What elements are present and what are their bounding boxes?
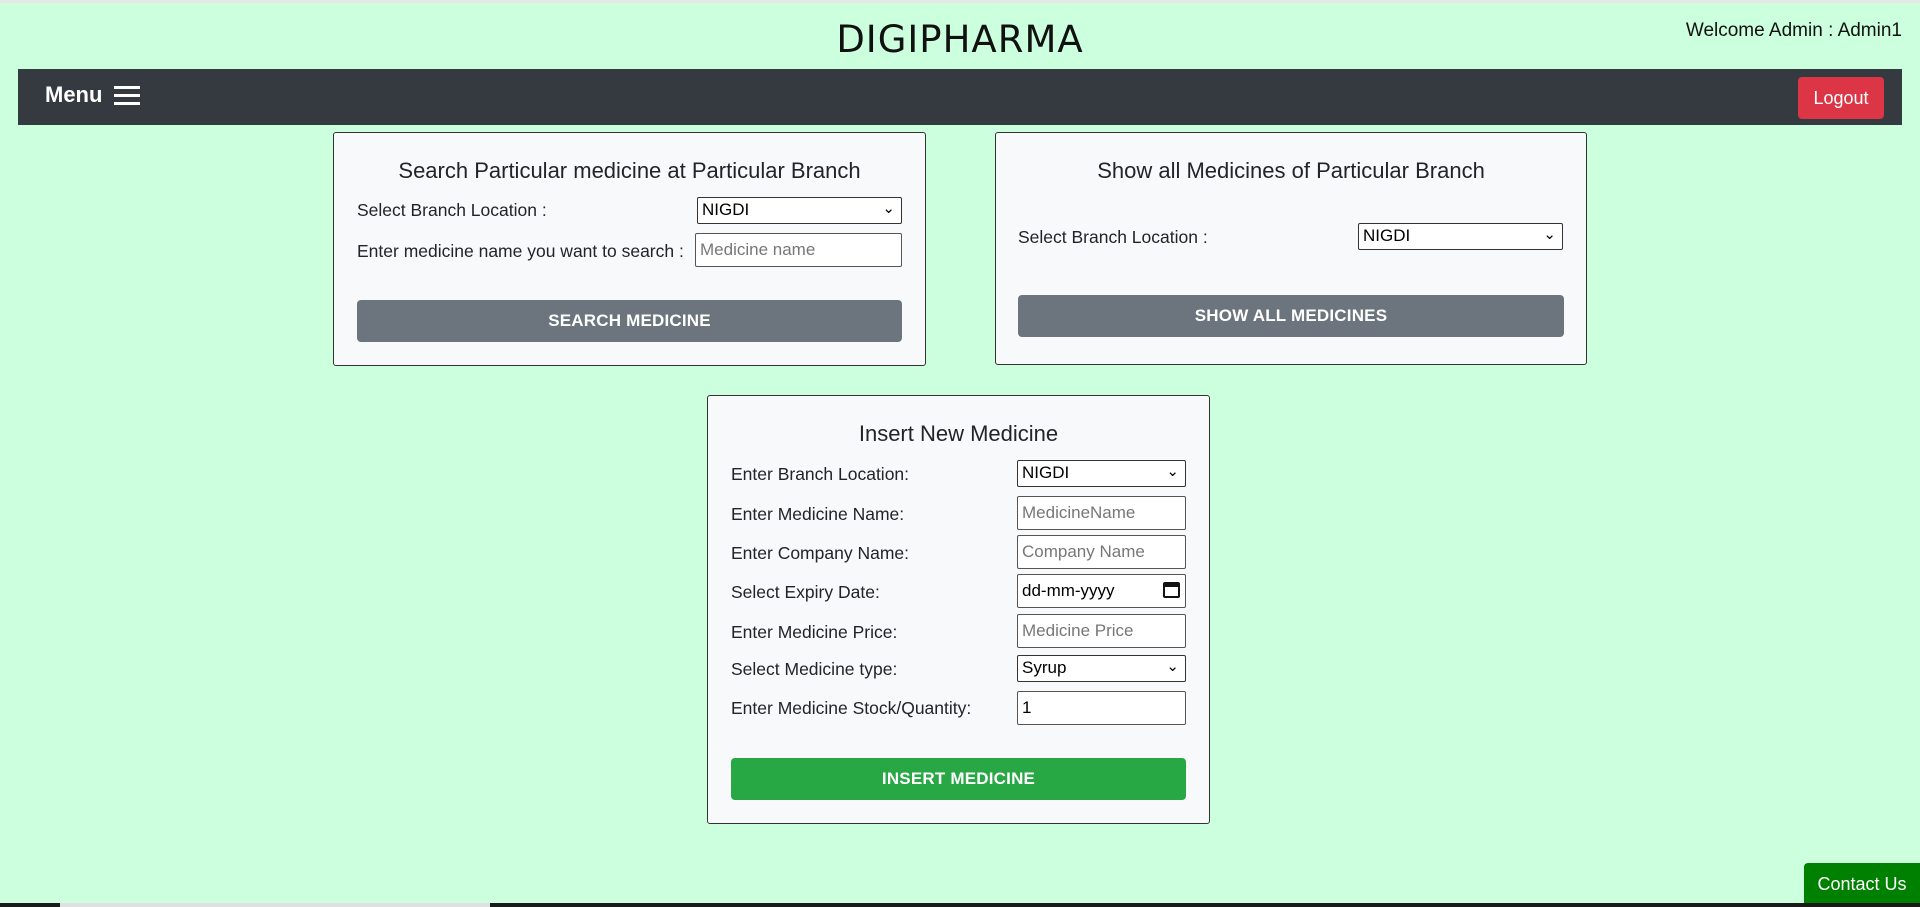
chevron-down-icon: ⌄ [1166, 658, 1179, 675]
welcome-text: Welcome Admin : Admin1 [1685, 20, 1902, 41]
search-branch-label: Select Branch Location : [357, 200, 547, 220]
search-branch-select[interactable]: NIGDI ⌄ [697, 197, 902, 224]
menu-label: Menu [45, 82, 103, 107]
calendar-icon[interactable] [1163, 582, 1180, 598]
show-all-card-title: Show all Medicines of Particular Branch [1097, 158, 1485, 183]
insert-branch-select[interactable]: NIGDI ⌄ [1017, 460, 1186, 487]
chevron-down-icon: ⌄ [1166, 463, 1179, 480]
medicine-type-label: Select Medicine type: [731, 659, 898, 679]
medicine-stock-input[interactable] [1017, 691, 1186, 725]
insert-card-title: Insert New Medicine [858, 421, 1059, 446]
company-name-input[interactable] [1017, 535, 1186, 569]
top-border [0, 0, 1920, 3]
insert-medicine-button[interactable]: INSERT MEDICINE [731, 758, 1186, 800]
chevron-down-icon: ⌄ [1543, 226, 1556, 243]
show-all-branch-value: NIGDI [1363, 226, 1411, 245]
insert-branch-label: Enter Branch Location: [731, 464, 910, 484]
navbar: Menu Logout [18, 69, 1902, 125]
logout-button[interactable]: Logout [1798, 77, 1884, 119]
search-medicine-button[interactable]: SEARCH MEDICINE [357, 300, 902, 342]
medicine-name-input[interactable] [1017, 496, 1186, 530]
search-medicine-label: Enter medicine name you want to search : [357, 241, 684, 261]
show-all-medicines-button[interactable]: SHOW ALL MEDICINES [1018, 295, 1564, 337]
medicine-stock-label: Enter Medicine Stock/Quantity: [731, 698, 972, 718]
insert-branch-value: NIGDI [1022, 463, 1070, 482]
search-medicine-card: Search Particular medicine at Particular… [333, 132, 926, 366]
show-all-branch-select[interactable]: NIGDI ⌄ [1358, 223, 1563, 250]
search-branch-value: NIGDI [702, 200, 750, 219]
medicine-price-label: Enter Medicine Price: [731, 622, 898, 642]
horizontal-scrollbar[interactable] [0, 903, 1920, 907]
company-name-label: Enter Company Name: [731, 543, 909, 563]
medicine-price-input[interactable] [1017, 614, 1186, 648]
expiry-date-input[interactable]: dd-mm-yyyy [1017, 574, 1186, 608]
scrollbar-thumb[interactable] [60, 903, 490, 907]
brand-title: DIGIPHARMA [836, 18, 1084, 61]
medicine-name-label: Enter Medicine Name: [731, 504, 905, 524]
show-all-branch-label: Select Branch Location : [1018, 227, 1208, 247]
contact-us-button[interactable]: Contact Us [1804, 863, 1920, 905]
insert-medicine-card: Insert New Medicine Enter Branch Locatio… [707, 395, 1210, 824]
show-all-medicines-card: Show all Medicines of Particular Branch … [995, 132, 1587, 365]
search-card-title: Search Particular medicine at Particular… [398, 158, 861, 183]
medicine-type-value: Syrup [1022, 658, 1067, 677]
hamburger-icon[interactable] [114, 83, 141, 107]
expiry-date-label: Select Expiry Date: [731, 582, 880, 602]
chevron-down-icon: ⌄ [882, 200, 895, 217]
search-medicine-input[interactable] [695, 233, 902, 267]
expiry-date-value: dd-mm-yyyy [1022, 581, 1115, 600]
medicine-type-select[interactable]: Syrup ⌄ [1017, 655, 1186, 682]
menu-toggle-button[interactable]: Menu [45, 82, 141, 108]
